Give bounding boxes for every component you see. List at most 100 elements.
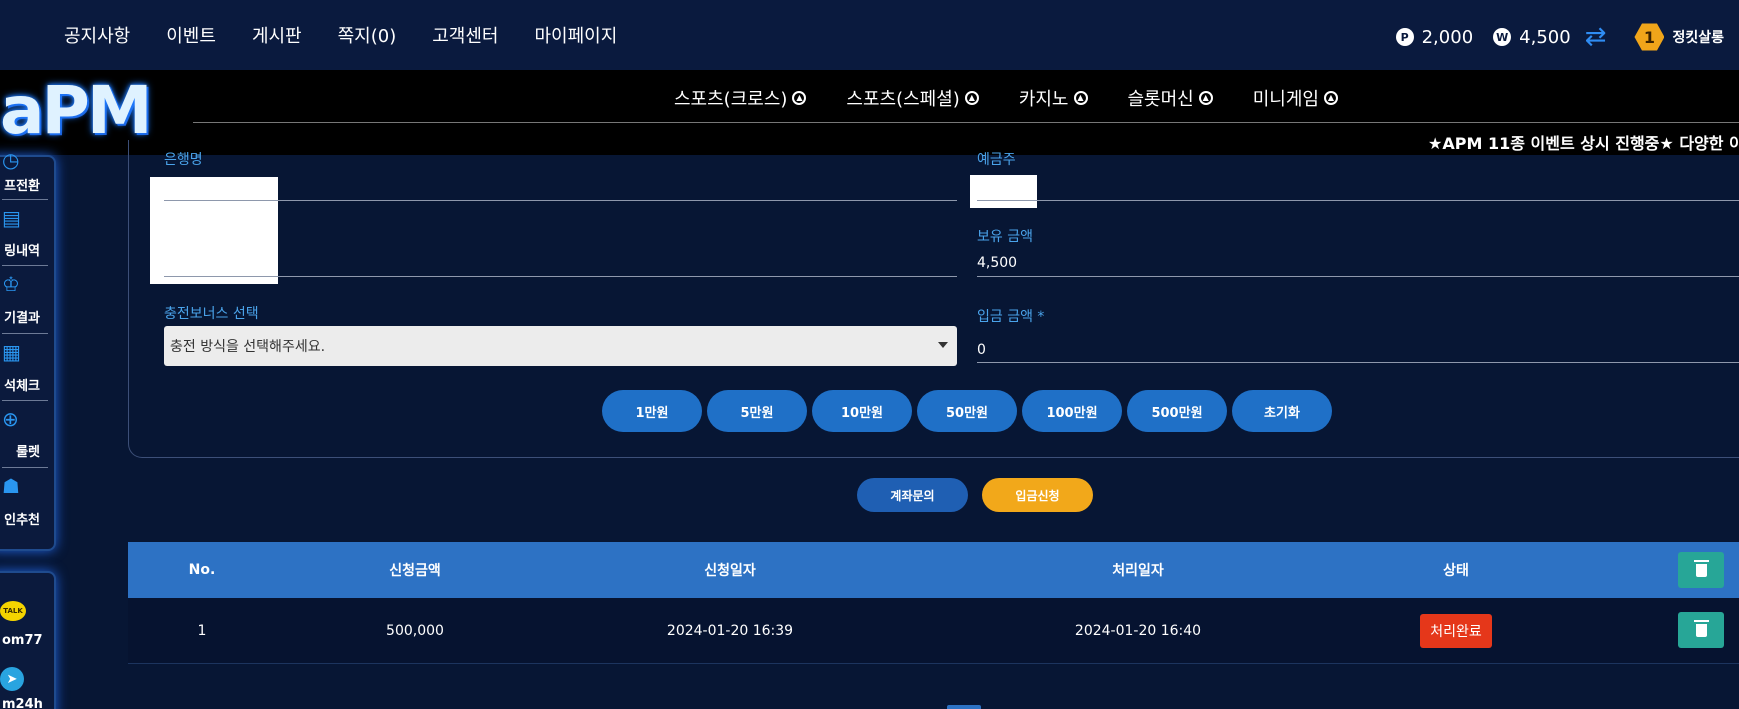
- trophy-icon: ♔: [2, 272, 20, 296]
- sidebar-item-attendance[interactable]: 석체크: [0, 375, 40, 394]
- quick-sidebar: ◷ 프전환 ▤ 링내역 ♔ 기결과 ▦ 석체크 ⊕ 룰렛 ☗ 인추천: [0, 149, 56, 551]
- row-requested: 2024-01-20 16:39: [666, 622, 794, 639]
- delete-row-button[interactable]: [1678, 612, 1724, 648]
- amount-1m-button[interactable]: 100만원: [1022, 390, 1122, 432]
- col-status: 상태: [1443, 563, 1469, 579]
- row-processed: 2024-01-20 16:40: [1074, 622, 1202, 639]
- chevron-up-icon: ▲: [1198, 91, 1213, 105]
- top-nav: 공지사항 이벤트 게시판 쪽지(0) 고객센터 마이페이지: [64, 22, 617, 48]
- chevron-up-icon: ▲: [792, 91, 807, 105]
- menu-slot[interactable]: 슬롯머신 ▲: [1128, 85, 1213, 111]
- nav-event[interactable]: 이벤트: [166, 22, 216, 48]
- won-balance: 4,500: [1519, 26, 1571, 48]
- telegram-id: m24h: [2, 697, 43, 709]
- thumbs-up-icon: ☗: [2, 474, 20, 498]
- sidebar-item-convert[interactable]: 프전환: [0, 175, 40, 194]
- kakao-id: om77: [2, 633, 43, 648]
- kakaotalk-icon[interactable]: TALK: [0, 601, 26, 621]
- bonus-select[interactable]: 충전 방식을 선택해주세요.: [164, 326, 957, 366]
- amount-5m-button[interactable]: 500만원: [1127, 390, 1227, 432]
- telegram-icon[interactable]: ➤: [0, 667, 24, 691]
- history-icon: ▤: [2, 206, 21, 230]
- depositor-field: [977, 200, 1739, 201]
- convert-icon: ◷: [2, 148, 20, 172]
- chevron-up-icon: ▲: [1324, 91, 1338, 105]
- chevron-up-icon: ▲: [1073, 91, 1088, 105]
- holding-label: 보유 금액: [977, 229, 1033, 245]
- nav-mypage[interactable]: 마이페이지: [535, 22, 618, 48]
- site-logo[interactable]: aPM: [0, 76, 153, 146]
- menu-label: 카지노: [1018, 89, 1069, 110]
- holding-value: 4,500: [977, 255, 1018, 271]
- row-amount: 500,000: [386, 622, 444, 639]
- menu-minigame[interactable]: 미니게임 ▲: [1253, 85, 1338, 111]
- divider: [2, 265, 48, 266]
- menu-sports-cross[interactable]: 스포츠(크로스) ▲: [674, 85, 807, 111]
- depositor-masked-box: [970, 175, 1037, 208]
- sidebar-item-results[interactable]: 기결과: [0, 307, 40, 326]
- logo-text: aPM: [0, 72, 153, 149]
- pagination[interactable]: [947, 705, 981, 709]
- amount-50k-button[interactable]: 5만원: [707, 390, 807, 432]
- status-badge: 처리완료: [1420, 613, 1492, 648]
- menu-label: 스포츠(크로스): [674, 89, 788, 110]
- menu-sports-special[interactable]: 스포츠(스페셜) ▲: [846, 85, 979, 111]
- trash-icon: [1693, 619, 1709, 637]
- nav-support[interactable]: 고객센터: [432, 22, 498, 48]
- menu-casino[interactable]: 카지노 ▲: [1019, 85, 1088, 111]
- roulette-icon: ⊕: [2, 407, 19, 431]
- delete-all-button[interactable]: [1678, 552, 1724, 588]
- sidebar-item-history[interactable]: 링내역: [0, 240, 40, 259]
- level-name: 정킷살롱: [1672, 30, 1724, 46]
- calendar-icon: ▦: [2, 340, 21, 364]
- bank-masked-box: [150, 177, 278, 284]
- nav-board[interactable]: 게시판: [252, 22, 302, 48]
- bonus-select-value: 충전 방식을 선택해주세요.: [170, 339, 326, 355]
- deposit-amount-input[interactable]: 0: [977, 342, 986, 358]
- menu-divider: [193, 122, 1739, 123]
- divider: [2, 467, 48, 468]
- depositor-label: 예금주: [977, 152, 1016, 168]
- table-row: 1 500,000 2024-01-20 16:39 2024-01-20 16…: [128, 598, 1739, 664]
- trash-icon: [1693, 559, 1709, 577]
- won-icon: W: [1493, 28, 1512, 46]
- amount-100k-button[interactable]: 10만원: [812, 390, 912, 432]
- divider: [2, 333, 48, 334]
- amount-10k-button[interactable]: 1만원: [602, 390, 702, 432]
- amount-500k-button[interactable]: 50만원: [917, 390, 1017, 432]
- point-icon: P: [1395, 28, 1414, 46]
- divider: [2, 199, 48, 200]
- sidebar-item-referral[interactable]: 인추천: [0, 509, 40, 528]
- bonus-label: 충전보너스 선택: [164, 306, 259, 322]
- col-requested: 신청일자: [704, 563, 756, 579]
- divider: [2, 400, 48, 401]
- row-no: 1: [197, 622, 207, 639]
- table-header: No. 신청금액 신청일자 처리일자 상태: [128, 542, 1739, 598]
- deposit-amount-field[interactable]: [977, 362, 1739, 363]
- caret-down-icon: [938, 342, 948, 348]
- refresh-icon[interactable]: ⇄: [1585, 22, 1607, 52]
- menu-label: 스포츠(스페셜): [846, 89, 960, 110]
- level-badge-icon: 1: [1634, 23, 1665, 51]
- nav-messages[interactable]: 쪽지(0): [338, 22, 397, 48]
- point-balance: 2,000: [1421, 26, 1474, 48]
- wallet: P 2,000 W 4,500 ⇄ 1 정킷살롱: [1395, 22, 1724, 52]
- contact-sidebar: TALK om77 ➤ m24h: [0, 571, 56, 709]
- deposit-amount-label: 입금 금액 *: [977, 309, 1045, 325]
- sidebar-item-roulette[interactable]: 룰렛: [0, 441, 40, 460]
- bank-field-2[interactable]: [164, 276, 957, 277]
- row-status: 처리완료: [1406, 598, 1506, 663]
- holding-field: [977, 276, 1739, 277]
- account-inquiry-button[interactable]: 계좌문의: [857, 478, 968, 512]
- deposit-request-button[interactable]: 입금신청: [982, 478, 1093, 512]
- amount-buttons: 1만원 5만원 10만원 50만원 100만원 500만원 초기화: [602, 390, 1332, 432]
- menu-label: 미니게임: [1252, 89, 1319, 110]
- top-bar: 공지사항 이벤트 게시판 쪽지(0) 고객센터 마이페이지 P 2,000 W …: [0, 0, 1739, 70]
- col-amount: 신청금액: [389, 563, 441, 579]
- bank-label: 은행명: [164, 152, 203, 168]
- reset-button[interactable]: 초기화: [1232, 390, 1332, 432]
- col-no: No.: [188, 562, 216, 578]
- nav-notice[interactable]: 공지사항: [64, 22, 130, 48]
- bank-field[interactable]: [164, 200, 957, 201]
- menu-label: 슬롯머신: [1127, 89, 1194, 110]
